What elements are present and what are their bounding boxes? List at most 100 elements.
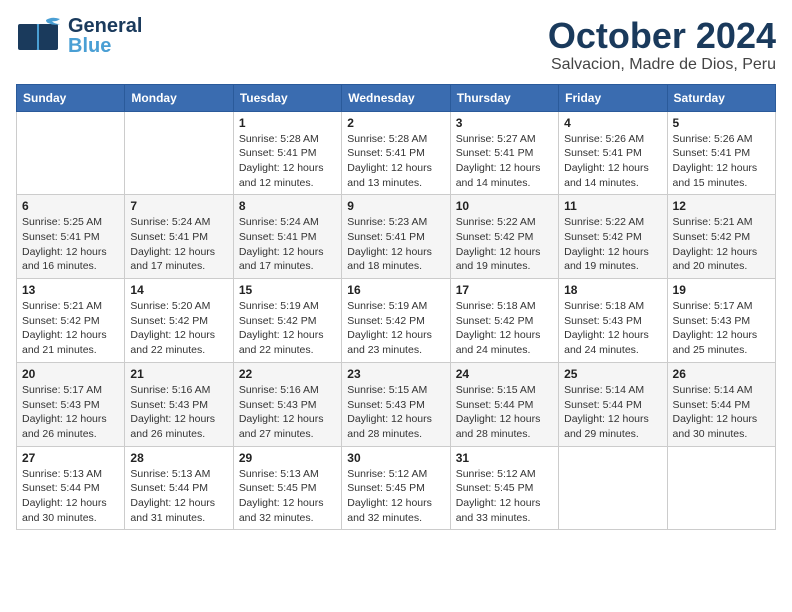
- location-subtitle: Salvacion, Madre de Dios, Peru: [548, 56, 776, 74]
- title-block: October 2024 Salvacion, Madre de Dios, P…: [548, 16, 776, 74]
- day-number: 26: [673, 367, 770, 381]
- day-number: 20: [22, 367, 119, 381]
- day-info: Sunrise: 5:13 AM Sunset: 5:44 PM Dayligh…: [130, 467, 227, 526]
- calendar-cell: 3 Sunrise: 5:27 AM Sunset: 5:41 PM Daylig…: [450, 111, 558, 195]
- calendar-cell: 28 Sunrise: 5:13 AM Sunset: 5:44 PM Dayli…: [125, 446, 233, 530]
- calendar-cell: 5 Sunrise: 5:26 AM Sunset: 5:41 PM Daylig…: [667, 111, 775, 195]
- day-info: Sunrise: 5:24 AM Sunset: 5:41 PM Dayligh…: [130, 215, 227, 274]
- day-info: Sunrise: 5:18 AM Sunset: 5:42 PM Dayligh…: [456, 299, 553, 358]
- day-number: 25: [564, 367, 661, 381]
- day-number: 8: [239, 199, 336, 213]
- day-number: 14: [130, 283, 227, 297]
- day-info: Sunrise: 5:19 AM Sunset: 5:42 PM Dayligh…: [347, 299, 444, 358]
- day-info: Sunrise: 5:28 AM Sunset: 5:41 PM Dayligh…: [239, 132, 336, 191]
- calendar-week-row: 6Sunrise: 5:25 AM Sunset: 5:41 PM Daylig…: [17, 195, 776, 279]
- calendar-cell: 13Sunrise: 5:21 AM Sunset: 5:42 PM Dayli…: [17, 279, 125, 363]
- calendar-cell: 10Sunrise: 5:22 AM Sunset: 5:42 PM Dayli…: [450, 195, 558, 279]
- calendar-cell: 29 Sunrise: 5:13 AM Sunset: 5:45 PM Dayli…: [233, 446, 341, 530]
- day-info: Sunrise: 5:26 AM Sunset: 5:41 PM Dayligh…: [673, 132, 770, 191]
- calendar-cell: [667, 446, 775, 530]
- day-info: Sunrise: 5:18 AM Sunset: 5:43 PM Dayligh…: [564, 299, 661, 358]
- day-info: Sunrise: 5:14 AM Sunset: 5:44 PM Dayligh…: [564, 383, 661, 442]
- day-number: 7: [130, 199, 227, 213]
- day-info: Sunrise: 5:24 AM Sunset: 5:41 PM Dayligh…: [239, 215, 336, 274]
- day-info: Sunrise: 5:28 AM Sunset: 5:41 PM Dayligh…: [347, 132, 444, 191]
- day-info: Sunrise: 5:25 AM Sunset: 5:41 PM Dayligh…: [22, 215, 119, 274]
- day-info: Sunrise: 5:16 AM Sunset: 5:43 PM Dayligh…: [130, 383, 227, 442]
- day-number: 23: [347, 367, 444, 381]
- calendar-cell: 19 Sunrise: 5:17 AM Sunset: 5:43 PM Dayli…: [667, 279, 775, 363]
- day-number: 22: [239, 367, 336, 381]
- calendar-cell: 6Sunrise: 5:25 AM Sunset: 5:41 PM Daylig…: [17, 195, 125, 279]
- day-info: Sunrise: 5:20 AM Sunset: 5:42 PM Dayligh…: [130, 299, 227, 358]
- day-number: 11: [564, 199, 661, 213]
- day-info: Sunrise: 5:13 AM Sunset: 5:44 PM Dayligh…: [22, 467, 119, 526]
- day-number: 19: [673, 283, 770, 297]
- day-number: 30: [347, 451, 444, 465]
- calendar-cell: 23 Sunrise: 5:15 AM Sunset: 5:43 PM Dayli…: [342, 362, 450, 446]
- calendar-cell: 24Sunrise: 5:15 AM Sunset: 5:44 PM Dayli…: [450, 362, 558, 446]
- calendar-week-row: 20Sunrise: 5:17 AM Sunset: 5:43 PM Dayli…: [17, 362, 776, 446]
- day-info: Sunrise: 5:17 AM Sunset: 5:43 PM Dayligh…: [673, 299, 770, 358]
- day-number: 1: [239, 116, 336, 130]
- day-number: 9: [347, 199, 444, 213]
- calendar-cell: 12 Sunrise: 5:21 AM Sunset: 5:42 PM Dayli…: [667, 195, 775, 279]
- calendar-cell: 17 Sunrise: 5:18 AM Sunset: 5:42 PM Dayli…: [450, 279, 558, 363]
- weekday-header-row: SundayMondayTuesdayWednesdayThursdayFrid…: [17, 84, 776, 111]
- day-info: Sunrise: 5:21 AM Sunset: 5:42 PM Dayligh…: [673, 215, 770, 274]
- day-number: 28: [130, 451, 227, 465]
- day-info: Sunrise: 5:15 AM Sunset: 5:43 PM Dayligh…: [347, 383, 444, 442]
- weekday-header-sunday: Sunday: [17, 84, 125, 111]
- logo-blue: Blue: [68, 36, 142, 56]
- calendar-cell: 11 Sunrise: 5:22 AM Sunset: 5:42 PM Dayli…: [559, 195, 667, 279]
- day-info: Sunrise: 5:16 AM Sunset: 5:43 PM Dayligh…: [239, 383, 336, 442]
- calendar-cell: 27 Sunrise: 5:13 AM Sunset: 5:44 PM Dayli…: [17, 446, 125, 530]
- day-number: 29: [239, 451, 336, 465]
- day-info: Sunrise: 5:22 AM Sunset: 5:42 PM Dayligh…: [564, 215, 661, 274]
- calendar-cell: 1 Sunrise: 5:28 AM Sunset: 5:41 PM Daylig…: [233, 111, 341, 195]
- calendar-cell: 25 Sunrise: 5:14 AM Sunset: 5:44 PM Dayli…: [559, 362, 667, 446]
- weekday-header-saturday: Saturday: [667, 84, 775, 111]
- calendar-cell: 26 Sunrise: 5:14 AM Sunset: 5:44 PM Dayli…: [667, 362, 775, 446]
- day-number: 16: [347, 283, 444, 297]
- calendar-week-row: 1 Sunrise: 5:28 AM Sunset: 5:41 PM Daylig…: [17, 111, 776, 195]
- month-title: October 2024: [548, 16, 776, 56]
- day-number: 3: [456, 116, 553, 130]
- calendar-cell: 4 Sunrise: 5:26 AM Sunset: 5:41 PM Daylig…: [559, 111, 667, 195]
- calendar-cell: 30 Sunrise: 5:12 AM Sunset: 5:45 PM Dayli…: [342, 446, 450, 530]
- day-info: Sunrise: 5:27 AM Sunset: 5:41 PM Dayligh…: [456, 132, 553, 191]
- calendar-cell: 20Sunrise: 5:17 AM Sunset: 5:43 PM Dayli…: [17, 362, 125, 446]
- day-number: 12: [673, 199, 770, 213]
- weekday-header-monday: Monday: [125, 84, 233, 111]
- calendar-week-row: 27 Sunrise: 5:13 AM Sunset: 5:44 PM Dayli…: [17, 446, 776, 530]
- day-info: Sunrise: 5:21 AM Sunset: 5:42 PM Dayligh…: [22, 299, 119, 358]
- day-number: 18: [564, 283, 661, 297]
- day-number: 27: [22, 451, 119, 465]
- day-info: Sunrise: 5:15 AM Sunset: 5:44 PM Dayligh…: [456, 383, 553, 442]
- day-number: 4: [564, 116, 661, 130]
- calendar-week-row: 13Sunrise: 5:21 AM Sunset: 5:42 PM Dayli…: [17, 279, 776, 363]
- day-info: Sunrise: 5:14 AM Sunset: 5:44 PM Dayligh…: [673, 383, 770, 442]
- calendar-cell: 9 Sunrise: 5:23 AM Sunset: 5:41 PM Daylig…: [342, 195, 450, 279]
- calendar-cell: 7 Sunrise: 5:24 AM Sunset: 5:41 PM Daylig…: [125, 195, 233, 279]
- page-header: General Blue October 2024 Salvacion, Mad…: [16, 16, 776, 74]
- day-info: Sunrise: 5:13 AM Sunset: 5:45 PM Dayligh…: [239, 467, 336, 526]
- day-number: 5: [673, 116, 770, 130]
- calendar-cell: 22 Sunrise: 5:16 AM Sunset: 5:43 PM Dayli…: [233, 362, 341, 446]
- weekday-header-thursday: Thursday: [450, 84, 558, 111]
- day-number: 10: [456, 199, 553, 213]
- calendar-cell: [17, 111, 125, 195]
- calendar-cell: 15Sunrise: 5:19 AM Sunset: 5:42 PM Dayli…: [233, 279, 341, 363]
- day-info: Sunrise: 5:12 AM Sunset: 5:45 PM Dayligh…: [347, 467, 444, 526]
- calendar-cell: 14 Sunrise: 5:20 AM Sunset: 5:42 PM Dayli…: [125, 279, 233, 363]
- day-info: Sunrise: 5:23 AM Sunset: 5:41 PM Dayligh…: [347, 215, 444, 274]
- calendar-cell: [125, 111, 233, 195]
- weekday-header-wednesday: Wednesday: [342, 84, 450, 111]
- day-info: Sunrise: 5:12 AM Sunset: 5:45 PM Dayligh…: [456, 467, 553, 526]
- day-number: 17: [456, 283, 553, 297]
- weekday-header-tuesday: Tuesday: [233, 84, 341, 111]
- calendar-cell: 18 Sunrise: 5:18 AM Sunset: 5:43 PM Dayli…: [559, 279, 667, 363]
- logo: General Blue: [16, 16, 142, 56]
- day-info: Sunrise: 5:26 AM Sunset: 5:41 PM Dayligh…: [564, 132, 661, 191]
- calendar-cell: 16 Sunrise: 5:19 AM Sunset: 5:42 PM Dayli…: [342, 279, 450, 363]
